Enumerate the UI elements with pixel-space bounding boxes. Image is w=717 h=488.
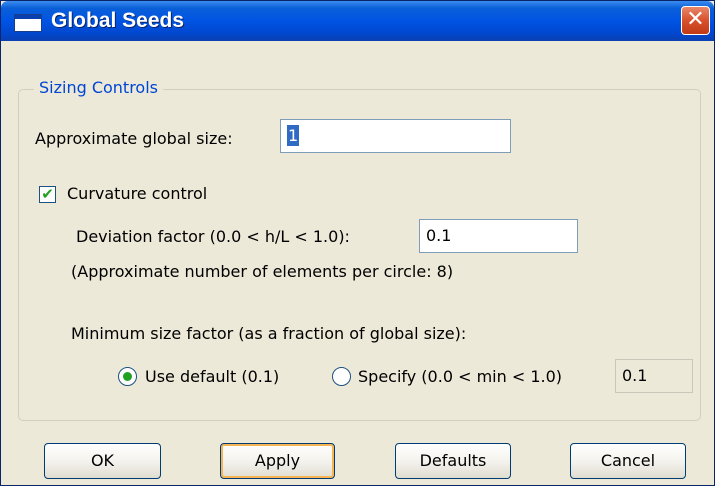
min-size-factor-label: Minimum size factor (as a fraction of gl… — [71, 324, 467, 343]
close-button[interactable]: ✕ — [681, 6, 710, 35]
curvature-control-checkbox[interactable]: ✔ — [39, 186, 56, 203]
sizing-controls-legend: Sizing Controls — [34, 78, 163, 97]
use-default-label[interactable]: Use default (0.1) — [145, 367, 279, 386]
title-bar[interactable]: Global Seeds ✕ — [1, 1, 714, 41]
specify-min-input[interactable]: 0.1 — [615, 359, 693, 393]
global-seeds-dialog: Global Seeds ✕ Sizing Controls Approxima… — [0, 0, 715, 486]
specify-radio[interactable] — [332, 367, 351, 386]
window-icon — [14, 14, 42, 32]
use-default-radio[interactable] — [118, 367, 137, 386]
deviation-factor-label: Deviation factor (0.0 < h/L < 1.0): — [76, 227, 350, 246]
defaults-button[interactable]: Defaults — [395, 443, 511, 479]
close-icon: ✕ — [686, 7, 705, 32]
apply-button[interactable]: Apply — [220, 443, 335, 479]
approx-size-value: 1 — [287, 125, 300, 146]
approx-size-input[interactable]: 1 — [280, 119, 511, 153]
deviation-factor-input[interactable]: 0.1 — [419, 219, 578, 253]
cancel-button[interactable]: Cancel — [570, 443, 686, 479]
specify-label[interactable]: Specify (0.0 < min < 1.0) — [358, 367, 562, 386]
ok-button[interactable]: OK — [44, 443, 161, 479]
curvature-control-label[interactable]: Curvature control — [67, 184, 207, 203]
elements-per-circle-note: (Approximate number of elements per circ… — [71, 262, 454, 281]
dialog-title: Global Seeds — [51, 9, 185, 32]
approx-size-label: Approximate global size: — [35, 129, 233, 148]
